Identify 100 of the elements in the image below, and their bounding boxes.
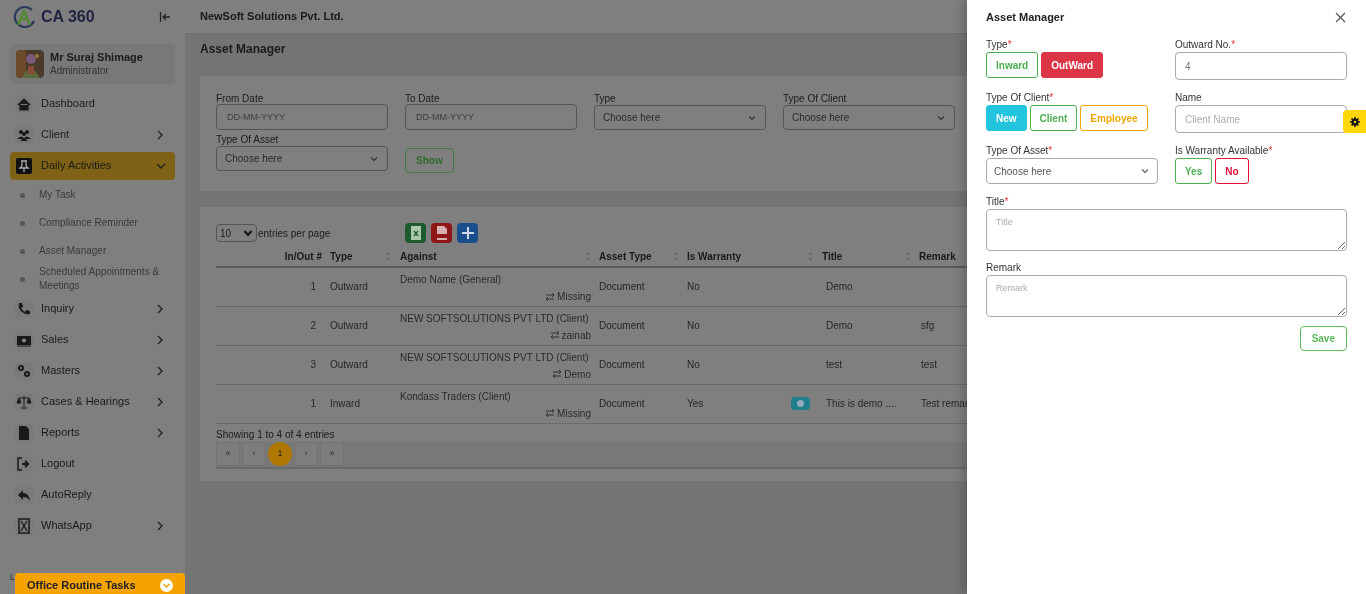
select-field[interactable]: Choose here bbox=[216, 146, 388, 171]
select-field[interactable]: Choose here bbox=[986, 158, 1158, 184]
toggle-button[interactable]: Client bbox=[1029, 105, 1078, 131]
text-area[interactable]: Remark bbox=[986, 275, 1347, 317]
table-cell: test bbox=[921, 359, 938, 370]
select-field[interactable]: Choose here bbox=[783, 105, 955, 130]
page-button[interactable]: » bbox=[320, 442, 344, 466]
table-cell-text: Demo bbox=[564, 367, 591, 382]
field-label: To Date bbox=[405, 92, 441, 104]
table-cell: 3 bbox=[310, 359, 316, 370]
nav-icon bbox=[16, 362, 32, 379]
routine-tasks-title: Office Routine Tasks bbox=[27, 577, 136, 593]
nav-item[interactable]: Reports bbox=[10, 418, 175, 447]
nav-icon bbox=[16, 517, 32, 534]
table-cell: sfg bbox=[921, 320, 935, 331]
column-header[interactable]: In/Out # bbox=[284, 248, 322, 264]
table-cell: Demo bbox=[826, 320, 853, 331]
table-cell-text: No bbox=[687, 319, 700, 333]
toggle-button[interactable]: Yes bbox=[1175, 158, 1213, 184]
nav-item[interactable]: Inquiry bbox=[10, 294, 175, 323]
field-label: Is Warranty Available* bbox=[1175, 144, 1274, 158]
toggle-button[interactable]: OutWard bbox=[1041, 52, 1104, 78]
table-cell: Document bbox=[599, 398, 645, 409]
text-area[interactable]: Title bbox=[986, 209, 1347, 251]
chevron-icon bbox=[160, 578, 173, 592]
page-button[interactable]: « bbox=[216, 442, 240, 466]
column-header[interactable]: Asset Type bbox=[599, 248, 652, 264]
settings-button[interactable] bbox=[1343, 110, 1366, 133]
save-button[interactable]: Save bbox=[1299, 326, 1347, 351]
table-cell: Document bbox=[599, 320, 645, 331]
table-cell-text: NEW SOFTSOLUTIONS PVT LTD (Client) bbox=[400, 350, 590, 365]
column-header[interactable]: Against bbox=[400, 248, 437, 264]
date-field[interactable]: DD-MM-YYYY bbox=[405, 104, 577, 130]
text-field[interactable]: Client Name bbox=[1175, 105, 1347, 133]
nav-icon bbox=[16, 393, 32, 410]
table-cell-text: Missing bbox=[557, 406, 591, 421]
text-field[interactable]: 4 bbox=[1175, 52, 1347, 80]
table-cell: Document bbox=[599, 359, 645, 370]
excel-button[interactable] bbox=[405, 223, 426, 243]
chevron-icon bbox=[1140, 166, 1150, 176]
field-label: Type Of Asset bbox=[216, 133, 280, 145]
field-label: Type* bbox=[986, 38, 1013, 52]
bullet-icon bbox=[20, 220, 25, 226]
user-name: Mr Suraj Shimage bbox=[50, 50, 143, 65]
swap-icon bbox=[552, 369, 563, 379]
nav-item[interactable]: AutoReply bbox=[10, 480, 175, 509]
column-header[interactable]: Remark bbox=[919, 248, 956, 264]
column-header[interactable]: Is Warranty bbox=[687, 248, 742, 264]
swap-icon bbox=[549, 330, 560, 340]
nav-item[interactable]: Daily Activities bbox=[10, 151, 175, 180]
table-cell: Outward bbox=[330, 281, 368, 293]
table-cell: 1 bbox=[310, 398, 316, 409]
submenu-item[interactable]: Compliance Reminder bbox=[39, 216, 138, 230]
select-field[interactable]: Choose here bbox=[594, 105, 766, 130]
page-size-select[interactable]: 10 bbox=[216, 224, 257, 242]
submenu-item[interactable]: Asset Manager bbox=[39, 244, 107, 258]
table-cell-text: NEW SOFTSOLUTIONS PVT LTD (Client) bbox=[400, 311, 590, 326]
page-button[interactable]: › bbox=[294, 442, 318, 466]
table-cell: 1 bbox=[310, 281, 316, 293]
settings-icon bbox=[1349, 116, 1360, 127]
table-cell: Outward bbox=[330, 359, 368, 370]
table-cell: Outward bbox=[330, 320, 368, 331]
info-icon bbox=[797, 400, 804, 407]
submenu-item[interactable]: My Task bbox=[39, 188, 76, 202]
nav-item[interactable]: Sales bbox=[10, 325, 175, 354]
nav-item[interactable]: Dashboard bbox=[10, 89, 175, 118]
nav-item[interactable]: Cases & Hearings bbox=[10, 387, 175, 416]
nav-item[interactable]: Client bbox=[10, 120, 175, 149]
toggle-button[interactable]: Inward bbox=[986, 52, 1039, 78]
submenu-item[interactable]: Scheduled Appointments & Meetings bbox=[39, 265, 175, 293]
swap-icon bbox=[545, 408, 556, 418]
swap-icon bbox=[545, 291, 556, 302]
field-label: From Date bbox=[216, 92, 265, 104]
column-header[interactable]: Title bbox=[822, 248, 843, 264]
close-button[interactable] bbox=[1333, 10, 1347, 24]
column-header[interactable]: Type bbox=[330, 248, 353, 264]
field-label: Remark bbox=[986, 261, 1022, 275]
toggle-button[interactable]: No bbox=[1215, 158, 1249, 184]
page-button[interactable]: 1 bbox=[268, 442, 292, 466]
footer-text: L bbox=[10, 571, 15, 584]
table-cell-text: zainab bbox=[561, 328, 591, 343]
field-label: Title* bbox=[986, 195, 1010, 209]
page-button[interactable]: ‹ bbox=[242, 442, 266, 466]
field-label: Type Of Client* bbox=[986, 91, 1055, 105]
routine-tasks-bar[interactable]: Office Routine Tasks bbox=[15, 573, 185, 594]
pdf-button[interactable] bbox=[431, 223, 452, 243]
logo-icon bbox=[12, 5, 38, 29]
nav-icon bbox=[16, 157, 32, 174]
nav-item[interactable]: Logout bbox=[10, 449, 175, 478]
nav-item[interactable]: WhatsApp bbox=[10, 511, 175, 540]
nav-item[interactable]: Masters bbox=[10, 356, 175, 385]
table-cell-text: No bbox=[687, 280, 700, 295]
drawer-title: Asset Manager bbox=[986, 9, 1065, 25]
table-cell: Demo bbox=[826, 281, 853, 293]
table-cell: 2 bbox=[310, 320, 316, 331]
field-label: Type Of Client bbox=[783, 92, 848, 104]
table-cell-text: Yes bbox=[687, 397, 704, 411]
entries-summary: Showing 1 to 4 of 4 entries bbox=[216, 427, 336, 442]
date-field[interactable]: DD-MM-YYYY bbox=[216, 104, 388, 130]
add-button[interactable] bbox=[457, 223, 478, 243]
